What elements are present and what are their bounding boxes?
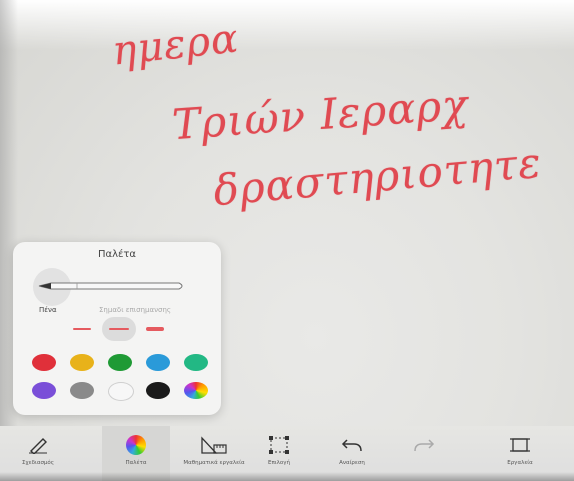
palette-panel: Παλέτα Πένα Σημαδι επισημανσης <box>13 242 221 415</box>
pen-label: Πένα <box>39 306 57 314</box>
tool-label: Εργαλεία <box>507 460 533 466</box>
color-swatch-white[interactable] <box>108 382 134 401</box>
highlighter-label[interactable]: Σημαδι επισημανσης <box>99 306 171 314</box>
pen-icon <box>29 438 47 454</box>
color-swatch-green[interactable] <box>108 354 132 371</box>
palette-title: Παλέτα <box>97 249 137 260</box>
color-wheel-icon <box>126 435 146 455</box>
color-swatch-blue[interactable] <box>146 354 170 371</box>
color-swatch-purple[interactable] <box>32 382 56 399</box>
tool-label: Παλέτα <box>125 460 147 466</box>
color-swatch-red[interactable] <box>32 354 56 371</box>
stroke-medium[interactable] <box>102 317 136 341</box>
color-swatch-yellow[interactable] <box>70 354 94 371</box>
color-swatch-gray[interactable] <box>70 382 94 399</box>
selection-icon <box>269 436 289 454</box>
tool-label: Σχεδιασμός <box>21 460 55 466</box>
redo-icon <box>414 439 435 452</box>
whiteboard-canvas[interactable]: ημερα Τριών Ιεραρχ δραστηριοτητε Παλέτα … <box>0 0 574 481</box>
tool-label: Αναίρεση <box>339 460 365 466</box>
stroke-thick[interactable] <box>140 317 170 341</box>
math-tools-icon <box>201 436 227 454</box>
color-swatch-teal[interactable] <box>184 354 208 371</box>
top-glare <box>0 0 574 50</box>
pen-icon[interactable] <box>37 280 187 292</box>
tools-icon <box>510 438 530 452</box>
stroke-thin[interactable] <box>67 317 97 341</box>
tool-label: Επιλογή <box>267 460 290 466</box>
color-swatch-black[interactable] <box>146 382 170 399</box>
bottom-shadow <box>0 472 574 481</box>
handwriting-line-3: δραστηριοτητε <box>211 137 544 216</box>
color-swatch-custom-color[interactable] <box>184 382 208 399</box>
tool-label: Μαθηματικά εργαλεία <box>183 460 245 466</box>
handwriting-line-2: Τριών Ιεραρχ <box>170 79 470 150</box>
undo-icon <box>341 439 362 452</box>
